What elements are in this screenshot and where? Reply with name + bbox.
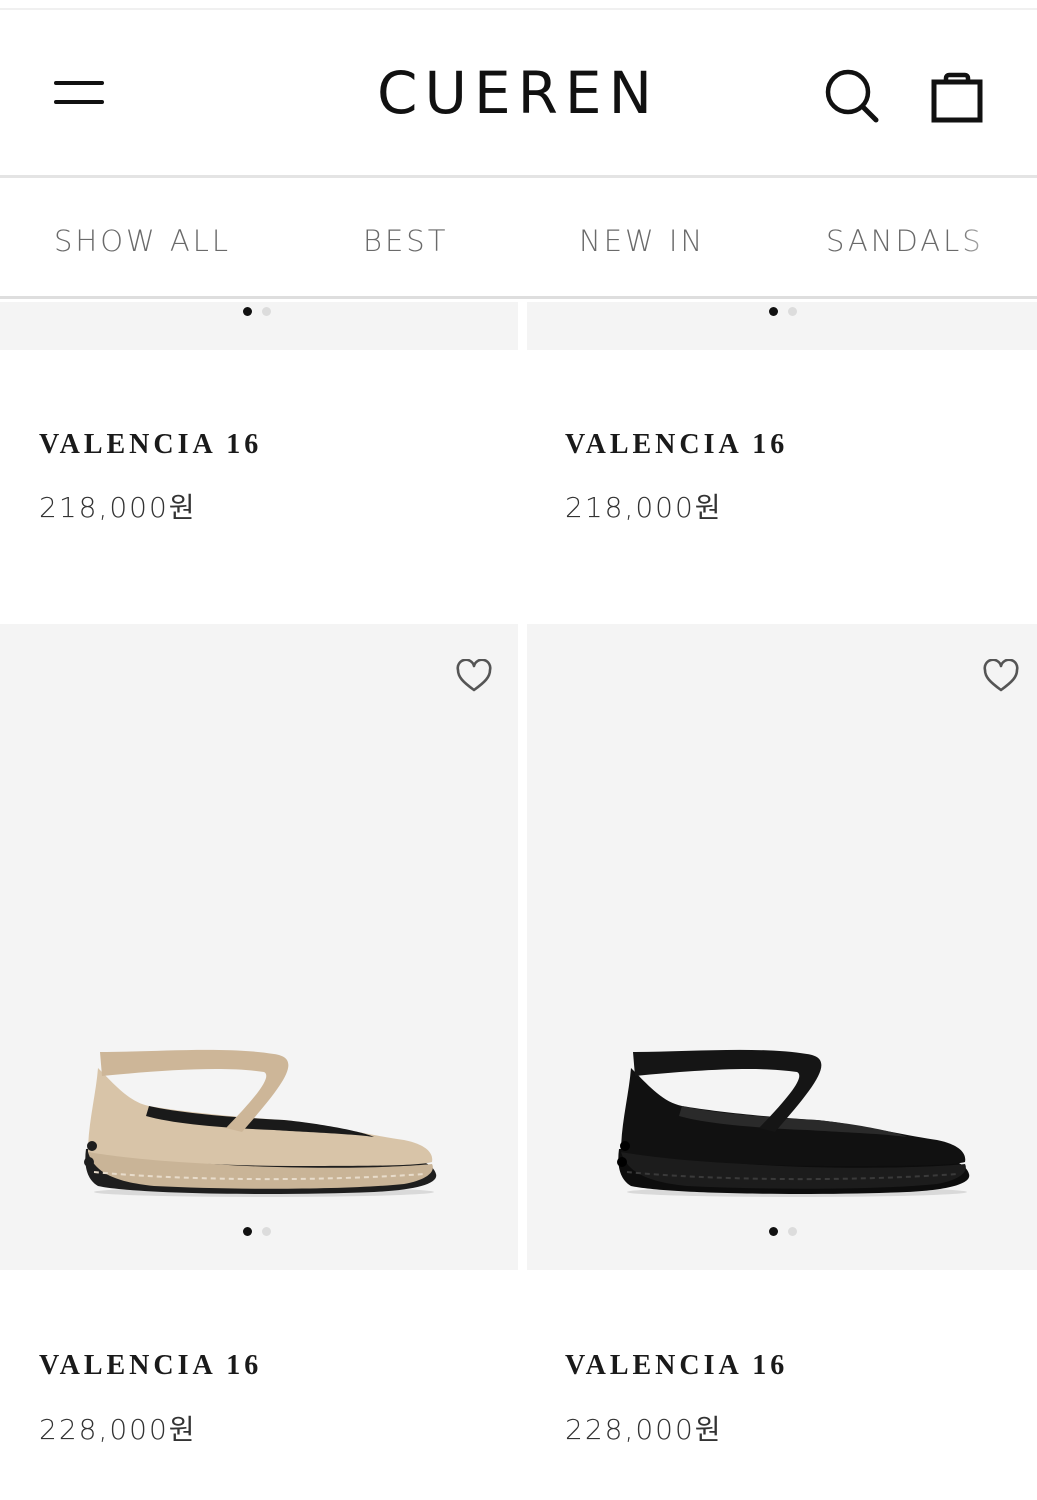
product-name[interactable]: VALENCIA 16 [565, 429, 788, 461]
tab-new-in[interactable]: NEW IN [579, 181, 705, 296]
product-price: 218,000원 [39, 491, 197, 524]
product-image[interactable] [0, 624, 518, 1270]
product-price: 228,000원 [39, 1413, 197, 1446]
site-header: CUEREN [0, 10, 1037, 178]
product-card[interactable]: VALENCIA 16 218,000원 [0, 302, 518, 624]
black-flat-shoe-image [617, 1049, 970, 1197]
hamburger-menu-icon[interactable] [54, 78, 106, 108]
product-name[interactable]: VALENCIA 16 [39, 1350, 262, 1382]
image-carousel-dots[interactable] [243, 1227, 273, 1237]
tab-sandals[interactable]: SANDALS [826, 181, 984, 296]
beige-flat-shoe-image [84, 1049, 437, 1197]
product-price: 228,000원 [565, 1413, 723, 1446]
image-carousel-dots[interactable] [243, 307, 273, 317]
product-image[interactable] [527, 302, 1037, 350]
image-carousel-dots[interactable] [769, 1227, 799, 1237]
brand-logo[interactable]: CUEREN [330, 58, 706, 128]
search-icon[interactable] [822, 66, 882, 126]
product-card[interactable]: VALENCIA 16 228,000원 [0, 624, 518, 1500]
product-price: 218,000원 [565, 491, 723, 524]
product-image[interactable] [527, 624, 1037, 1270]
tab-best[interactable]: BEST [363, 181, 448, 296]
tab-show-all[interactable]: SHOW ALL [54, 181, 231, 296]
heart-icon[interactable] [982, 658, 1020, 693]
product-card[interactable]: VALENCIA 16 218,000원 [527, 302, 1037, 624]
heart-icon[interactable] [455, 658, 493, 693]
image-carousel-dots[interactable] [769, 307, 799, 317]
product-card[interactable]: VALENCIA 16 228,000원 [527, 624, 1037, 1500]
category-tabs: SHOW ALL BEST NEW IN SANDALS [0, 181, 1037, 299]
status-area [0, 0, 1037, 10]
shopping-bag-icon[interactable] [926, 66, 988, 128]
product-name[interactable]: VALENCIA 16 [39, 429, 262, 461]
product-name[interactable]: VALENCIA 16 [565, 1350, 788, 1382]
product-image[interactable] [0, 302, 518, 350]
